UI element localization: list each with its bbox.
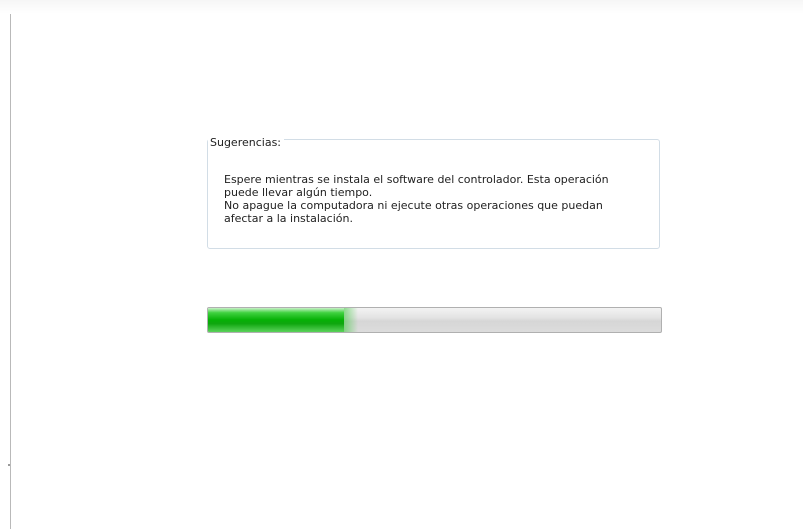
suggestions-legend: Sugerencias:	[208, 136, 285, 150]
suggestions-line: No apague la computadora ni ejecute otra…	[224, 199, 603, 212]
suggestions-line: Espere mientras se instala el software d…	[224, 173, 609, 186]
left-divider-mark	[8, 464, 10, 466]
installer-window: Sugerencias: Espere mientras se instala …	[0, 0, 803, 529]
title-bar-edge	[0, 0, 803, 14]
suggestions-line: afectar a la instalación.	[224, 212, 353, 225]
install-progress-fill	[208, 308, 358, 332]
suggestions-groupbox: Sugerencias: Espere mientras se instala …	[207, 136, 660, 249]
left-divider	[10, 14, 11, 529]
suggestions-message: Espere mientras se instala el software d…	[224, 173, 644, 225]
suggestions-line: puede llevar algún tiempo.	[224, 186, 373, 199]
install-progress-bar	[207, 307, 662, 333]
